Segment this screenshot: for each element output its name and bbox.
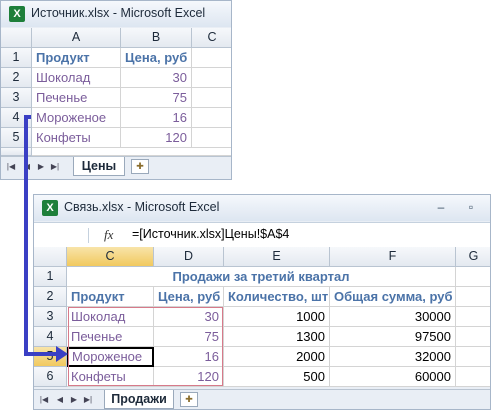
sheet-tab-ceny[interactable]: Цены: [73, 157, 125, 176]
first-sheet-icon[interactable]: |◀: [5, 161, 17, 173]
prev-sheet-icon[interactable]: ◀: [54, 394, 66, 406]
row-header[interactable]: 4: [1, 108, 32, 128]
row-header[interactable]: 6: [34, 367, 67, 387]
first-sheet-icon[interactable]: |◀: [38, 394, 50, 406]
row-header[interactable]: 3: [34, 307, 67, 327]
cell-f4[interactable]: 97500: [330, 327, 456, 347]
cell-b3[interactable]: 75: [121, 88, 192, 108]
excel-icon: X: [42, 200, 58, 216]
cell-c3[interactable]: [192, 88, 231, 108]
cell-e4[interactable]: 1300: [224, 327, 330, 347]
column-header-g[interactable]: G: [456, 247, 490, 267]
cell-a3[interactable]: Печенье: [32, 88, 121, 108]
cell-a4[interactable]: Мороженое: [32, 108, 121, 128]
cell-d5[interactable]: 16: [154, 347, 224, 367]
cell-a2[interactable]: Шоколад: [32, 68, 121, 88]
cell-g2[interactable]: [456, 287, 490, 307]
cell-f2[interactable]: Общая сумма, руб: [330, 287, 456, 307]
cell-g5[interactable]: [456, 347, 490, 367]
column-header-d[interactable]: D: [154, 247, 224, 267]
cell-c2[interactable]: [192, 68, 231, 88]
fx-icon[interactable]: fx: [104, 227, 113, 243]
cell-c2[interactable]: Продукт: [67, 287, 154, 307]
column-header-e[interactable]: E: [224, 247, 330, 267]
row-header[interactable]: 2: [1, 68, 32, 88]
cell-c6[interactable]: Конфеты: [67, 367, 154, 387]
cell-g6[interactable]: [456, 367, 490, 387]
row-header[interactable]: 1: [34, 267, 67, 287]
cell-f3[interactable]: 30000: [330, 307, 456, 327]
select-all-corner[interactable]: [1, 28, 32, 48]
prev-sheet-icon[interactable]: ◀: [21, 161, 33, 173]
row-header[interactable]: 1: [1, 48, 32, 68]
next-sheet-icon[interactable]: ▶: [35, 161, 47, 173]
cell-g1[interactable]: [456, 267, 490, 287]
sheet-tab-prodazhi[interactable]: Продажи: [104, 390, 174, 409]
cell-a5[interactable]: Конфеты: [32, 128, 121, 148]
insert-sheet-icon[interactable]: ✚: [180, 392, 198, 407]
formula-bar: fx =[Источник.xlsx]Цены!$A$4: [34, 222, 490, 248]
maximize-icon[interactable]: ▫: [462, 200, 480, 214]
target-window-title: Связь.xlsx - Microsoft Excel: [64, 200, 220, 214]
cell-f6[interactable]: 60000: [330, 367, 456, 387]
cell-e2[interactable]: Количество, шт: [224, 287, 330, 307]
source-window-title: Источник.xlsx - Microsoft Excel: [31, 6, 206, 20]
cell-d4[interactable]: 75: [154, 327, 224, 347]
name-box[interactable]: [38, 228, 89, 243]
select-all-corner[interactable]: [34, 247, 67, 267]
cell-b2[interactable]: 30: [121, 68, 192, 88]
target-excel-window: X Связь.xlsx - Microsoft Excel – ▫ fx =[…: [33, 194, 491, 410]
column-header-c[interactable]: C: [67, 247, 154, 267]
cell-c4[interactable]: [192, 108, 231, 128]
target-sheet-tab-bar: |◀ ◀ ▶ ▶| Продажи ✚: [34, 389, 490, 409]
cell-e3[interactable]: 1000: [224, 307, 330, 327]
next-sheet-icon[interactable]: ▶: [68, 394, 80, 406]
cell-a1[interactable]: Продукт: [32, 48, 121, 68]
cell-d2[interactable]: Цена, руб: [154, 287, 224, 307]
cell-b5[interactable]: 120: [121, 128, 192, 148]
target-title-bar[interactable]: X Связь.xlsx - Microsoft Excel – ▫: [34, 195, 490, 221]
minimize-icon[interactable]: –: [432, 200, 450, 214]
source-title-bar[interactable]: X Источник.xlsx - Microsoft Excel: [1, 1, 231, 27]
row-header[interactable]: 3: [1, 88, 32, 108]
cell-d3[interactable]: 30: [154, 307, 224, 327]
source-sheet-tab-bar: |◀ ◀ ▶ ▶| Цены ✚: [1, 156, 231, 179]
row-header-selected[interactable]: 5: [34, 347, 67, 367]
cell-e6[interactable]: 500: [224, 367, 330, 387]
column-header-c[interactable]: C: [192, 28, 231, 48]
last-sheet-icon[interactable]: ▶|: [49, 161, 61, 173]
row-header[interactable]: 4: [34, 327, 67, 347]
source-excel-window: X Источник.xlsx - Microsoft Excel A B C …: [0, 0, 232, 180]
cell-f5[interactable]: 32000: [330, 347, 456, 367]
cell-c4[interactable]: Печенье: [67, 327, 154, 347]
cell-c5[interactable]: [192, 128, 231, 148]
cell-c1[interactable]: [192, 48, 231, 68]
excel-icon: X: [9, 6, 25, 22]
cell-g3[interactable]: [456, 307, 490, 327]
column-header-a[interactable]: A: [32, 28, 121, 48]
cell-b1[interactable]: Цена, руб: [121, 48, 192, 68]
active-cell-c5[interactable]: Мороженое: [67, 347, 154, 367]
column-header-f[interactable]: F: [330, 247, 456, 267]
report-title-cell[interactable]: Продажи за третий квартал: [67, 267, 456, 287]
formula-input[interactable]: =[Источник.xlsx]Цены!$A$4: [132, 227, 289, 241]
last-sheet-icon[interactable]: ▶|: [82, 394, 94, 406]
row-header-partial: [1, 148, 32, 156]
empty-cell: [32, 148, 231, 156]
cell-d6[interactable]: 120: [154, 367, 224, 387]
column-header-b[interactable]: B: [121, 28, 192, 48]
cell-b4[interactable]: 16: [121, 108, 192, 128]
row-header[interactable]: 5: [1, 128, 32, 148]
cell-g4[interactable]: [456, 327, 490, 347]
cell-e5[interactable]: 2000: [224, 347, 330, 367]
cell-c3[interactable]: Шоколад: [67, 307, 154, 327]
insert-sheet-icon[interactable]: ✚: [131, 159, 149, 174]
row-header[interactable]: 2: [34, 287, 67, 307]
